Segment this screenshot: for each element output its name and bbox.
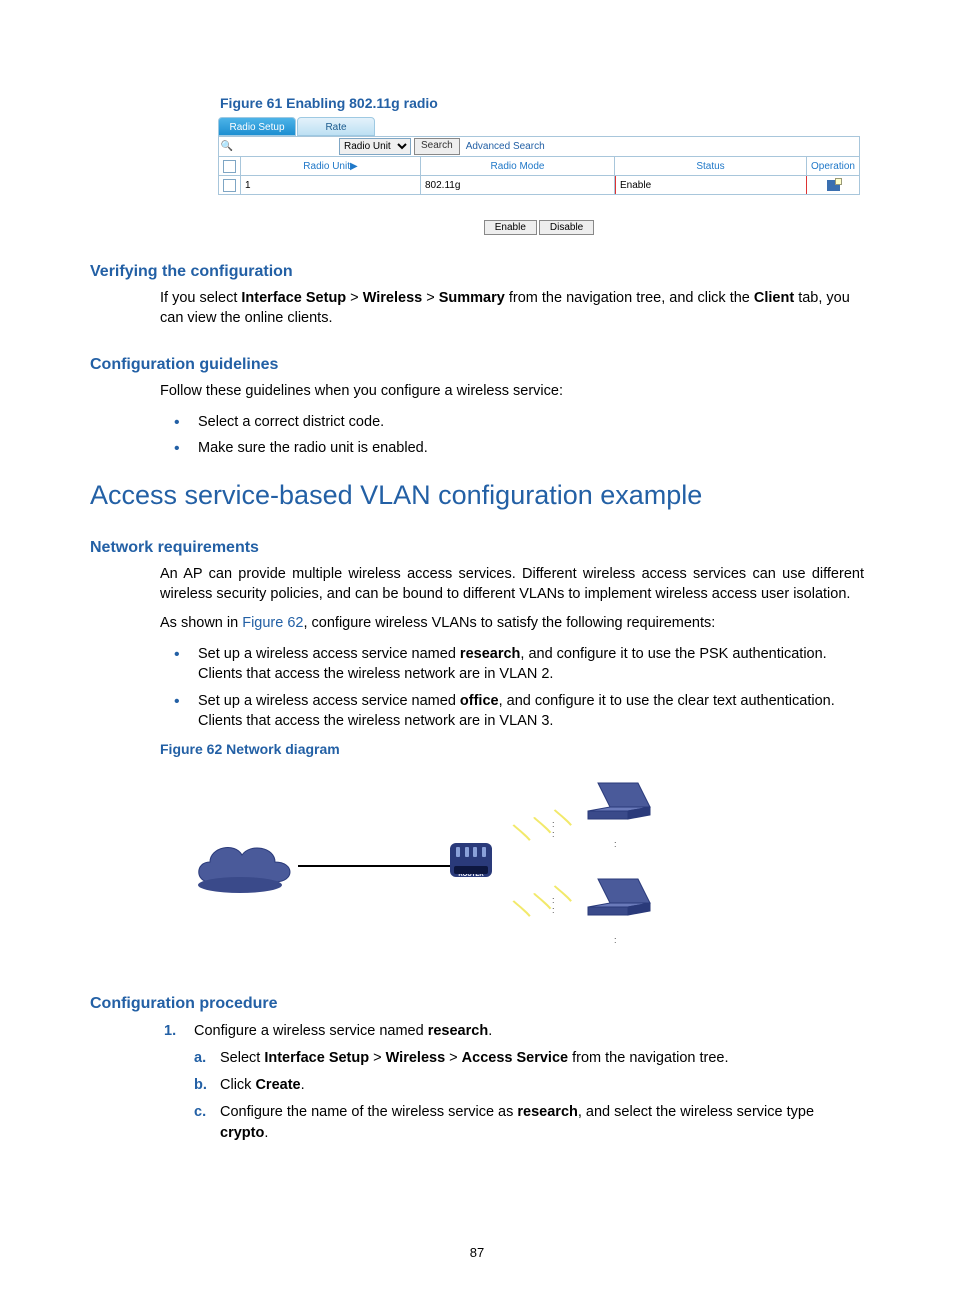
paragraph-guidelines: Follow these guidelines when you configu… (90, 382, 864, 402)
cloud-icon (190, 837, 300, 897)
figure-62-caption: Figure 62 Network diagram (90, 741, 864, 757)
procedure-list: Configure a wireless service named resea… (90, 1021, 864, 1144)
substep-a: Select Interface Setup > Wireless > Acce… (194, 1048, 864, 1069)
laptop-icon (580, 779, 652, 835)
table-row: 1 802.11g Enable (218, 176, 860, 195)
wireless-icon: 〵〵〵 (507, 875, 580, 928)
search-button[interactable]: Search (414, 138, 460, 155)
requirements-list: Set up a wireless access service named r… (90, 644, 864, 731)
paragraph-netreq1: An AP can provide multiple wireless acce… (90, 565, 864, 604)
list-item: Set up a wireless access service named o… (160, 691, 864, 732)
step-1: Configure a wireless service named resea… (160, 1021, 864, 1144)
enable-button[interactable]: Enable (484, 220, 537, 235)
heading-procedure: Configuration procedure (90, 995, 864, 1013)
laptop-icon (580, 875, 652, 931)
heading-guidelines: Configuration guidelines (90, 356, 864, 374)
heading-main: Access service-based VLAN configuration … (90, 480, 864, 511)
heading-network-req: Network requirements (90, 539, 864, 557)
col-radio-mode[interactable]: Radio Mode (421, 157, 615, 175)
network-diagram: ROUTER 〵〵〵 〵〵〵 : : : : : : (180, 767, 660, 967)
substep-c: Configure the name of the wireless servi… (194, 1102, 864, 1144)
substep-b: Click Create. (194, 1075, 864, 1096)
figure-62-link[interactable]: Figure 62 (242, 615, 303, 631)
figure-61-screenshot: Radio Setup Rate 🔍 Radio Unit Search Adv… (218, 117, 860, 235)
search-icon: 🔍 (219, 141, 235, 152)
tab-radio-setup[interactable]: Radio Setup (218, 117, 296, 136)
edit-icon[interactable] (827, 180, 840, 191)
col-status[interactable]: Status (615, 157, 807, 175)
router-icon: ROUTER (450, 843, 492, 877)
cell-status: Enable (615, 176, 807, 194)
select-all-checkbox[interactable] (223, 160, 236, 173)
cell-radio-unit: 1 (241, 176, 421, 194)
col-radio-unit[interactable]: Radio Unit▶ (241, 157, 421, 175)
cell-radio-mode: 802.11g (421, 176, 615, 194)
paragraph-verify: If you select Interface Setup > Wireless… (90, 289, 864, 328)
figure-61-caption: Figure 61 Enabling 802.11g radio (90, 95, 864, 111)
search-field-select[interactable]: Radio Unit (339, 138, 411, 155)
list-item: Make sure the radio unit is enabled. (160, 438, 864, 458)
paragraph-netreq2: As shown in Figure 62, configure wireles… (90, 614, 864, 634)
wireless-icon: 〵〵〵 (507, 799, 580, 852)
guidelines-list: Select a correct district code. Make sur… (90, 412, 864, 459)
page-number: 87 (0, 1245, 954, 1260)
grid-header: Radio Unit▶ Radio Mode Status Operation (218, 157, 860, 176)
list-item: Set up a wireless access service named r… (160, 644, 864, 685)
disable-button[interactable]: Disable (539, 220, 594, 235)
row-checkbox[interactable] (223, 179, 236, 192)
figure-search-bar: 🔍 Radio Unit Search Advanced Search (218, 136, 860, 157)
col-operation: Operation (807, 157, 859, 175)
list-item: Select a correct district code. (160, 412, 864, 432)
heading-verifying: Verifying the configuration (90, 263, 864, 281)
substeps: Select Interface Setup > Wireless > Acce… (194, 1048, 864, 1144)
tab-rate[interactable]: Rate (297, 117, 375, 136)
advanced-search-link[interactable]: Advanced Search (466, 141, 545, 152)
